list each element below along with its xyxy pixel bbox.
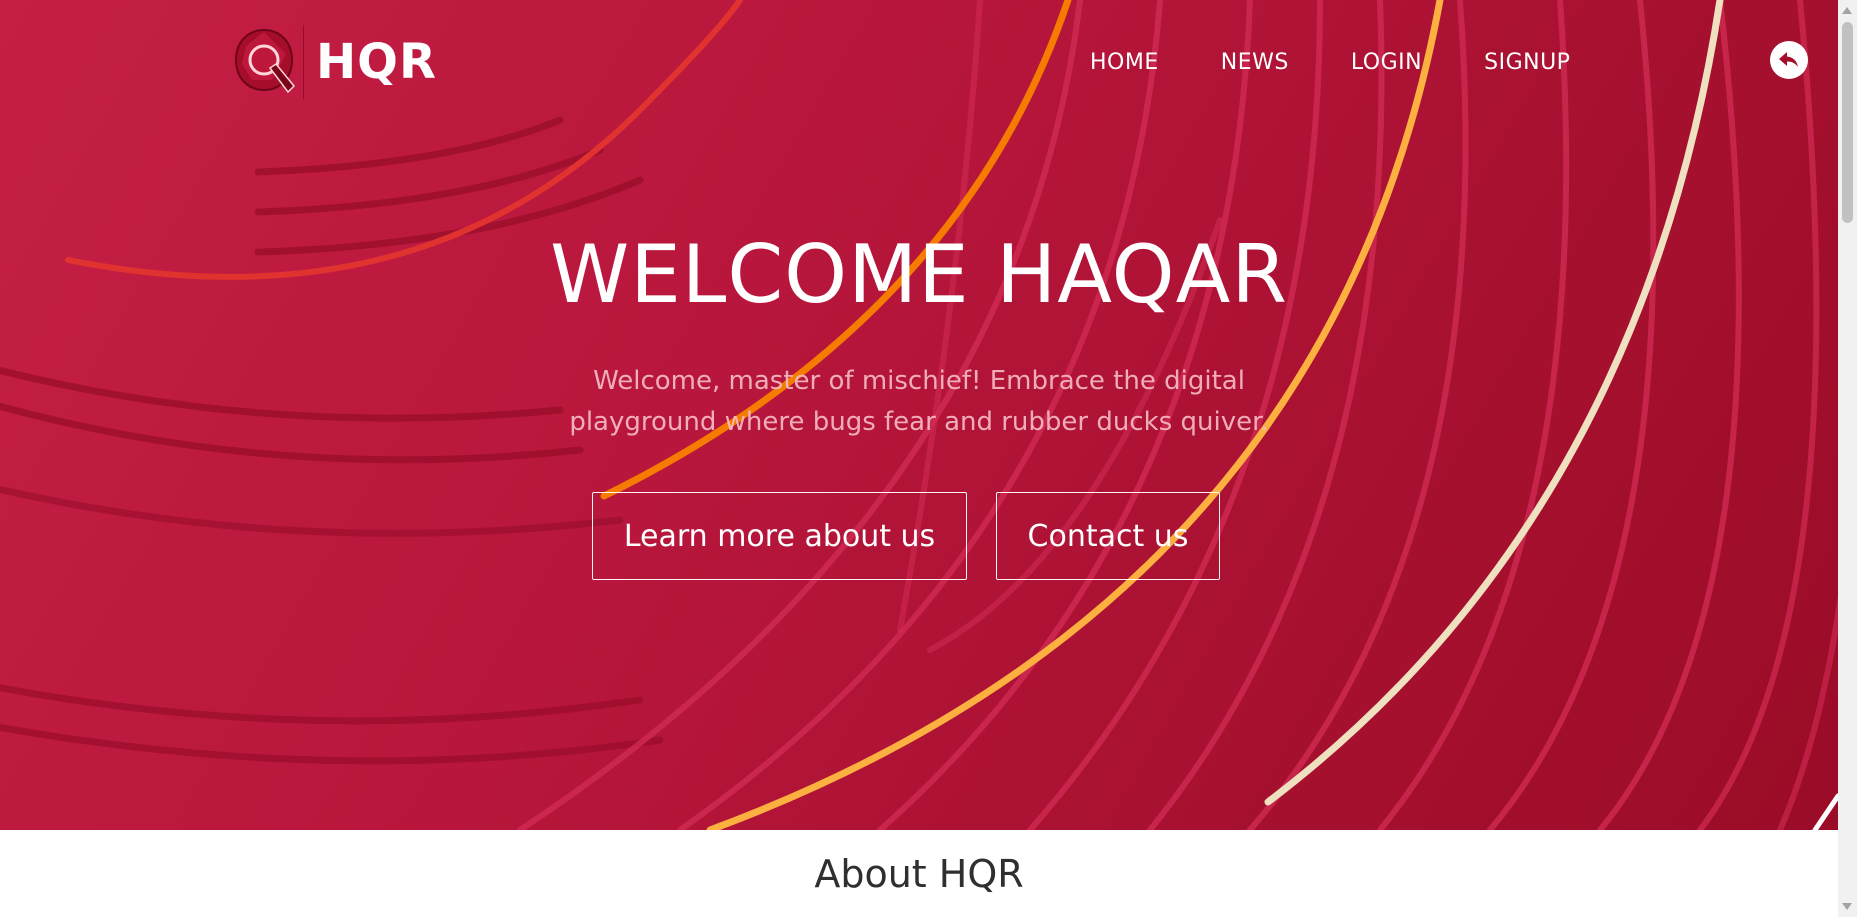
nav-login[interactable]: LOGIN xyxy=(1351,50,1422,75)
logo-text: HQR xyxy=(316,34,437,90)
nav-signup[interactable]: SIGNUP xyxy=(1484,50,1570,75)
scrollbar-thumb[interactable] xyxy=(1842,22,1853,223)
about-title: About HQR xyxy=(814,852,1024,896)
logo-mark-icon xyxy=(228,24,300,100)
learn-more-button[interactable]: Learn more about us xyxy=(592,492,967,580)
logo[interactable]: HQR xyxy=(228,24,437,100)
hero-subtitle-line2: playground where bugs fear and rubber du… xyxy=(569,407,1269,437)
hero-subtitle-line1: Welcome, master of mischief! Embrace the… xyxy=(593,366,1245,396)
scroll-up-icon[interactable] xyxy=(1842,7,1852,14)
contact-us-button[interactable]: Contact us xyxy=(996,492,1220,580)
nav-home[interactable]: HOME xyxy=(1090,50,1159,75)
nav-news[interactable]: NEWS xyxy=(1221,50,1289,75)
reply-arrow-icon xyxy=(1779,52,1798,67)
logo-divider xyxy=(303,25,304,99)
hero-subtitle: Welcome, master of mischief! Embrace the… xyxy=(0,361,1838,443)
hero-section: HQR HOME NEWS LOGIN SIGNUP WELCOME HAQAR… xyxy=(0,0,1838,830)
scroll-down-icon[interactable] xyxy=(1842,903,1852,910)
page-scrollbar[interactable] xyxy=(1838,0,1857,917)
hero-title: WELCOME HAQAR xyxy=(550,228,1288,321)
back-button[interactable] xyxy=(1770,41,1808,79)
main-nav: HOME NEWS LOGIN SIGNUP xyxy=(1090,50,1632,75)
